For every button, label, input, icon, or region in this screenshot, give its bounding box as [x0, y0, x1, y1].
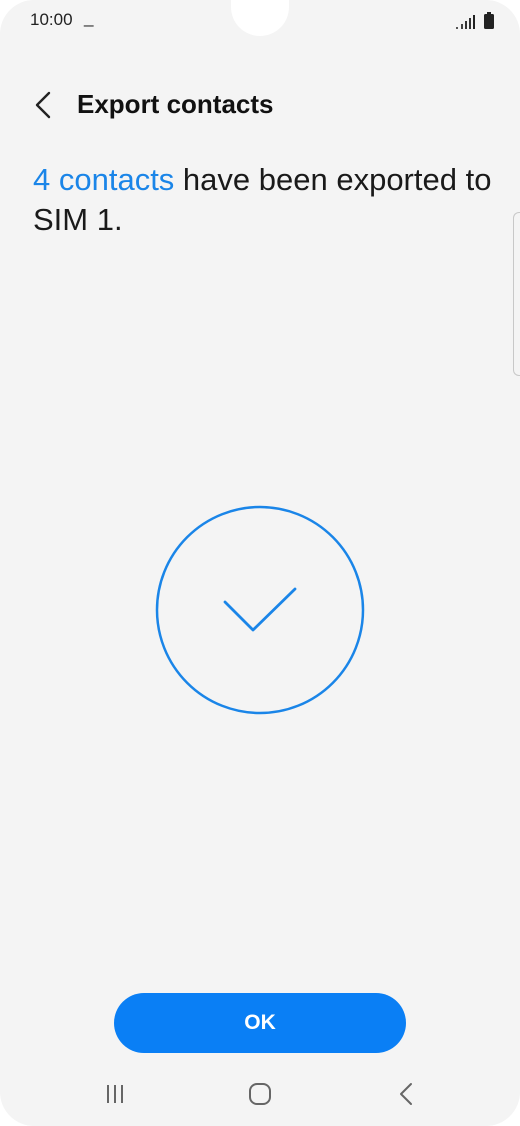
signal-icon — [456, 15, 475, 29]
notification-indicator: _ — [84, 8, 94, 27]
status-icons — [456, 12, 494, 29]
back-button[interactable] — [26, 88, 60, 122]
recent-apps-button[interactable] — [93, 1078, 137, 1110]
contacts-count-link[interactable]: 4 contacts — [33, 162, 174, 197]
app-header: Export contacts — [0, 80, 520, 130]
back-icon — [400, 1083, 412, 1105]
page-title: Export contacts — [77, 89, 274, 119]
edge-panel-handle[interactable] — [513, 212, 520, 376]
status-time: 10:00 — [30, 10, 73, 29]
success-checkmark-icon — [155, 505, 365, 715]
nav-back-button[interactable] — [384, 1078, 428, 1110]
home-icon — [249, 1083, 271, 1105]
phone-screen: 10:00 _ Export contacts 4 contacts have … — [0, 0, 520, 1126]
recent-apps-icon — [107, 1085, 123, 1103]
chevron-left-icon — [35, 91, 51, 119]
home-button[interactable] — [238, 1078, 282, 1110]
ok-button[interactable]: OK — [114, 993, 406, 1053]
navigation-bar — [0, 1070, 520, 1118]
battery-icon — [484, 12, 494, 29]
export-result-message: 4 contacts have been exported to SIM 1. — [33, 160, 493, 240]
status-bar: 10:00 _ — [0, 0, 520, 40]
